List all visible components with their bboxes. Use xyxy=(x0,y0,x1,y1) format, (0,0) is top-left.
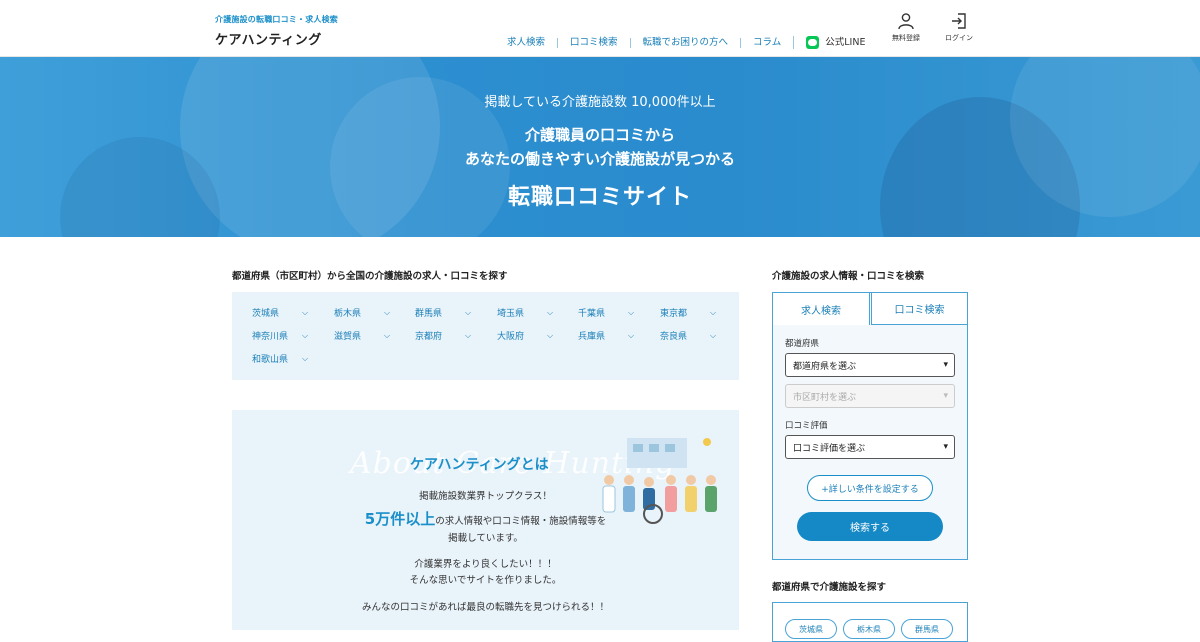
about-text-5: そんな思いでサイトを作りました。 xyxy=(409,575,562,586)
login-icon xyxy=(952,13,966,29)
prefecture-select[interactable]: 都道府県を選ぶ ▾ xyxy=(785,353,955,377)
rating-select-value: 口コミ評価を選ぶ xyxy=(793,443,866,454)
chevron-down-icon: ▾ xyxy=(943,442,948,452)
brand[interactable]: 介護施設の転職口コミ・求人検索 ケアハンティング xyxy=(215,14,338,48)
about-text-6: みんなの口コミがあれば最良の転職先を見つけられる！！ xyxy=(361,602,609,613)
about-title: ケアハンティングとは xyxy=(410,457,549,473)
pref-item-chiba[interactable]: 千葉県 ⌵ xyxy=(578,306,634,320)
pref-item-ibaraki[interactable]: 茨城県 ⌵ xyxy=(252,306,308,320)
pref-label: 茨城県 xyxy=(252,309,280,319)
about-text-4: 介護業界をより良くしたい！！！ xyxy=(414,559,557,570)
city-select[interactable]: 市区町村を選ぶ ▾ xyxy=(785,384,955,408)
pref-label: 兵庫県 xyxy=(578,332,606,342)
global-nav: 求人検索 口コミ検索 転職でお困りの方へ コラム 公式LINE xyxy=(495,36,877,49)
chevron-down-icon: ⌵ xyxy=(628,307,635,317)
pref-label: 滋賀県 xyxy=(334,332,362,342)
search-button[interactable]: 検索する xyxy=(797,512,943,541)
login-label: ログイン xyxy=(945,34,973,42)
pref-label: 群馬県 xyxy=(415,309,443,319)
pref-item-kanagawa[interactable]: 神奈川県 ⌵ xyxy=(252,329,308,343)
nav-review-search[interactable]: 口コミ検索 xyxy=(557,37,630,48)
chevron-down-icon: ⌵ xyxy=(384,330,391,340)
pref-label: 和歌山県 xyxy=(252,355,289,365)
site-logo[interactable]: ケアハンティング xyxy=(215,29,338,48)
chevron-down-icon: ⌵ xyxy=(465,330,472,340)
pref-label: 栃木県 xyxy=(334,309,362,319)
pref-label: 千葉県 xyxy=(578,309,606,319)
prefecture-label: 都道府県 xyxy=(785,339,820,349)
pref-label: 埼玉県 xyxy=(497,309,525,319)
chevron-down-icon: ⌵ xyxy=(302,330,309,340)
site-header: 介護施設の転職口コミ・求人検索 ケアハンティング 求人検索 口コミ検索 転職でお… xyxy=(0,0,1200,57)
hero-line-1: 介護職員の口コミから xyxy=(524,126,675,144)
chevron-down-icon: ▾ xyxy=(943,360,948,370)
side-pref-chip[interactable]: 栃木県 xyxy=(843,619,895,639)
pref-item-saitama[interactable]: 埼玉県 ⌵ xyxy=(497,306,553,320)
nav-job-search[interactable]: 求人検索 xyxy=(495,37,557,48)
pref-item-osaka[interactable]: 大阪府 ⌵ xyxy=(497,329,553,343)
chevron-down-icon: ▾ xyxy=(943,391,948,401)
pref-item-gunma[interactable]: 群馬県 ⌵ xyxy=(415,306,471,320)
chevron-down-icon: ⌵ xyxy=(465,307,472,317)
rating-label: 口コミ評価 xyxy=(785,421,828,431)
about-text-1: 掲載施設数業界トップクラス！ xyxy=(419,491,552,502)
nav-line-label: 公式LINE xyxy=(825,36,866,48)
prefecture-list: 茨城県 ⌵ 栃木県 ⌵ 群馬県 ⌵ 埼玉県 ⌵ 千葉県 ⌵ 東京都 ⌵ 神奈川県 ⌵ 滋賀県 ⌵… xyxy=(232,292,739,380)
chevron-down-icon: ⌵ xyxy=(710,330,717,340)
chevron-down-icon: ⌵ xyxy=(547,330,554,340)
hero-banner: 掲載している介護施設数 10,000件以上 介護職員の口コミから あなたの働きや… xyxy=(0,57,1200,237)
pref-label: 神奈川県 xyxy=(252,332,289,342)
line-icon xyxy=(806,36,820,49)
hero-headline: 転職口コミサイト xyxy=(507,185,692,210)
tab-review-search[interactable]: 口コミ検索 xyxy=(871,293,967,325)
side-pref-chip[interactable]: 茨城県 xyxy=(785,619,837,639)
prefecture-section-title: 都道府県（市区町村）から全国の介護施設の求人・口コミを探す xyxy=(232,271,508,282)
hero-facility-count: 掲載している介護施設数 10,000件以上 xyxy=(484,95,716,110)
pref-label: 大阪府 xyxy=(497,332,525,342)
register-label: 無料登録 xyxy=(892,34,920,42)
chevron-down-icon: ⌵ xyxy=(547,307,554,317)
rating-select[interactable]: 口コミ評価を選ぶ ▾ xyxy=(785,435,955,459)
about-section: About Care Hunting ケアハンティングとは 掲載施設数業界トップ… xyxy=(232,410,739,630)
side-prefecture-title: 都道府県で介護施設を探す xyxy=(772,582,887,593)
hero-text: 掲載している介護施設数 10,000件以上 介護職員の口コミから あなたの働きや… xyxy=(0,91,1200,211)
login-button[interactable]: ログイン xyxy=(939,12,979,43)
side-pref-chip[interactable]: 群馬県 xyxy=(901,619,953,639)
pref-item-hyogo[interactable]: 兵庫県 ⌵ xyxy=(578,329,634,343)
detail-conditions-button[interactable]: +詳しい条件を設定する xyxy=(807,475,933,501)
pref-label: 京都府 xyxy=(415,332,443,342)
nav-official-line[interactable]: 公式LINE xyxy=(793,36,877,49)
chevron-down-icon: ⌵ xyxy=(302,307,309,317)
user-icon xyxy=(898,13,914,30)
about-text-3: 掲載しています。 xyxy=(448,533,523,544)
nav-column[interactable]: コラム xyxy=(740,37,793,48)
side-prefecture-list: 茨城県 栃木県 群馬県 xyxy=(772,602,968,642)
about-text-2-rest: の求人情報や口コミ情報・施設情報等を xyxy=(435,516,607,527)
about-highlight: 5万件以上 xyxy=(364,510,436,528)
chevron-down-icon: ⌵ xyxy=(628,330,635,340)
hero-line-2: あなたの働きやすい介護施設が見つかる xyxy=(464,150,735,168)
pref-item-wakayama[interactable]: 和歌山県 ⌵ xyxy=(252,352,308,366)
pref-item-tochigi[interactable]: 栃木県 ⌵ xyxy=(334,306,390,320)
city-select-value: 市区町村を選ぶ xyxy=(793,392,857,403)
nav-career-help[interactable]: 転職でお困りの方へ xyxy=(629,37,741,48)
pref-item-shiga[interactable]: 滋賀県 ⌵ xyxy=(334,329,390,343)
chevron-down-icon: ⌵ xyxy=(384,307,391,317)
pref-label: 奈良県 xyxy=(660,332,688,342)
chevron-down-icon: ⌵ xyxy=(710,307,717,317)
pref-item-tokyo[interactable]: 東京都 ⌵ xyxy=(660,306,716,320)
pref-label: 東京都 xyxy=(660,309,688,319)
tab-job-search[interactable]: 求人検索 xyxy=(773,293,870,325)
search-section-title: 介護施設の求人情報・口コミを検索 xyxy=(772,271,925,282)
pref-item-kyoto[interactable]: 京都府 ⌵ xyxy=(415,329,471,343)
register-button[interactable]: 無料登録 xyxy=(886,12,926,43)
search-panel: 求人検索 口コミ検索 都道府県 都道府県を選ぶ ▾ 市区町村を選ぶ ▾ 口コミ評価 … xyxy=(772,292,968,560)
chevron-down-icon: ⌵ xyxy=(302,353,309,363)
pref-item-nara[interactable]: 奈良県 ⌵ xyxy=(660,329,716,343)
brand-tagline: 介護施設の転職口コミ・求人検索 xyxy=(215,15,338,24)
prefecture-select-value: 都道府県を選ぶ xyxy=(793,361,857,372)
about-text-2: 5万件以上の求人情報や口コミ情報・施設情報等を xyxy=(232,508,739,529)
